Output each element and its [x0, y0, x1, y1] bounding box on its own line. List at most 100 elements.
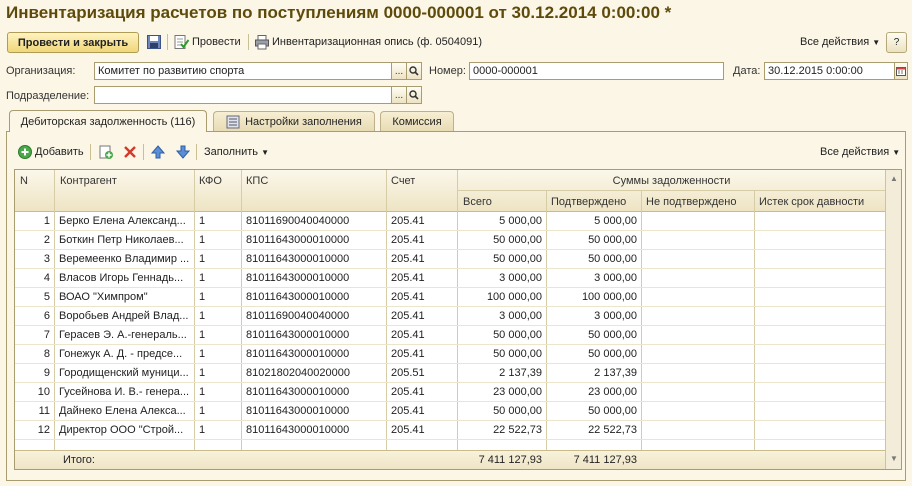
- cell-kfo: 1: [199, 272, 206, 284]
- org-field[interactable]: Комитет по развитию спорта: [94, 62, 392, 80]
- post-button[interactable]: Провести: [192, 36, 241, 48]
- cell-confirmed: 50 000,00: [588, 348, 637, 360]
- cell-confirmed: 3 000,00: [594, 310, 637, 322]
- cell-kfo: 1: [199, 215, 206, 227]
- cell-contractor: Воробьев Андрей Влад...: [59, 310, 189, 322]
- search-icon: [409, 66, 419, 76]
- col-n[interactable]: N: [20, 175, 28, 187]
- table-row[interactable]: 5 ВОАО "Химпром" 1 81011643000010000 205.41 1…: [15, 288, 885, 307]
- copy-add-icon[interactable]: [98, 144, 114, 160]
- cell-account: 205.41: [391, 291, 425, 303]
- add-button[interactable]: Добавить: [35, 146, 84, 158]
- cell-total: 22 522,73: [493, 424, 542, 436]
- cell-total: 50 000,00: [493, 234, 542, 246]
- col-account[interactable]: Счет: [391, 175, 415, 187]
- cell-kfo: 1: [199, 310, 206, 322]
- col-kps[interactable]: КПС: [246, 175, 268, 187]
- cell-total: 50 000,00: [493, 348, 542, 360]
- scroll-down-icon[interactable]: ▼: [888, 453, 900, 465]
- cell-kps: 81011643000010000: [246, 291, 350, 303]
- move-up-icon[interactable]: [150, 144, 166, 160]
- page-title: Инвентаризация расчетов по поступлениям …: [6, 3, 672, 22]
- table-row[interactable]: 1 Берко Елена Александ... 1 810116900400400…: [15, 212, 885, 231]
- org-search-button[interactable]: [406, 62, 422, 80]
- table-scrollbar[interactable]: ▲ ▼: [885, 170, 901, 469]
- table-row[interactable]: 9 Городищенский муници... 1 810218020400200…: [15, 364, 885, 383]
- cell-confirmed: 2 137,39: [594, 367, 637, 379]
- cell-account: 205.41: [391, 253, 425, 265]
- cell-total: 5 000,00: [499, 215, 542, 227]
- cell-contractor: Боткин Петр Николаев...: [59, 234, 184, 246]
- tab-fill-settings[interactable]: Настройки заполнения: [213, 111, 375, 131]
- col-expired[interactable]: Истек срок давности: [759, 196, 864, 208]
- table-row[interactable]: 3 Веремеенко Владимир ... 1 810116430000100…: [15, 250, 885, 269]
- table-row[interactable]: 12 Директор ООО "Строй... 1 810116430000100…: [15, 421, 885, 440]
- delete-icon[interactable]: [122, 144, 138, 160]
- cell-account: 205.41: [391, 424, 425, 436]
- add-icon[interactable]: [17, 144, 33, 160]
- post-and-close-button[interactable]: Провести и закрыть: [7, 32, 139, 53]
- cell-n: 4: [43, 272, 50, 284]
- cell-total: 50 000,00: [493, 405, 542, 417]
- cell-contractor: Берко Елена Александ...: [59, 215, 186, 227]
- table-row[interactable]: 2 Боткин Петр Николаев... 1 810116430000100…: [15, 231, 885, 250]
- dept-field[interactable]: [94, 86, 392, 104]
- cell-contractor: Веремеенко Владимир ...: [59, 253, 190, 265]
- dept-pick-button[interactable]: ...: [391, 86, 407, 104]
- cell-account: 205.41: [391, 386, 425, 398]
- calendar-icon: [896, 67, 906, 76]
- table-row[interactable]: 10 Гусейнова И. В.- генера... 1 81011643000…: [15, 383, 885, 402]
- cell-kps: 81011690040040000: [246, 215, 350, 227]
- table-all-actions-menu[interactable]: Все действия ▼: [820, 146, 900, 158]
- table-row[interactable]: 11 Дайнеко Елена Алекса... 1 81011643000010…: [15, 402, 885, 421]
- cell-n: 7: [43, 329, 50, 341]
- print-inventory-button[interactable]: Инвентаризационная опись (ф. 0504091): [272, 36, 482, 48]
- col-kfo[interactable]: КФО: [199, 175, 222, 187]
- org-pick-button[interactable]: ...: [391, 62, 407, 80]
- col-contractor[interactable]: Контрагент: [60, 175, 117, 187]
- all-actions-menu[interactable]: Все действия ▼: [800, 36, 880, 48]
- cell-contractor: Дайнеко Елена Алекса...: [59, 405, 186, 417]
- org-label: Организация:: [6, 65, 76, 77]
- table-row[interactable]: 6 Воробьев Андрей Влад... 1 810116900400400…: [15, 307, 885, 326]
- cell-contractor: Герасев Э. А.-генераль...: [59, 329, 187, 341]
- col-confirmed[interactable]: Подтверждено: [551, 196, 626, 208]
- table-row[interactable]: 7 Герасев Э. А.-генераль... 1 8101164300001…: [15, 326, 885, 345]
- tab-commission[interactable]: Комиссия: [380, 111, 454, 131]
- cell-n: 6: [43, 310, 50, 322]
- cell-kfo: 1: [199, 367, 206, 379]
- number-field[interactable]: 0000-000001: [469, 62, 724, 80]
- dept-search-button[interactable]: [406, 86, 422, 104]
- col-total[interactable]: Всего: [463, 196, 492, 208]
- cell-total: 23 000,00: [493, 386, 542, 398]
- printer-icon[interactable]: [254, 34, 270, 50]
- cell-confirmed: 100 000,00: [581, 291, 637, 303]
- cell-total: 3 000,00: [499, 272, 542, 284]
- cell-account: 205.41: [391, 234, 425, 246]
- date-field[interactable]: 30.12.2015 0:00:00: [764, 62, 895, 80]
- col-group-sums: Суммы задолженности: [612, 175, 731, 187]
- cell-confirmed: 5 000,00: [594, 215, 637, 227]
- calendar-button[interactable]: [894, 62, 908, 80]
- cell-account: 205.41: [391, 348, 425, 360]
- table-row[interactable]: 8 Гонежук А. Д. - предсе... 1 8101164300001…: [15, 345, 885, 364]
- cell-account: 205.41: [391, 329, 425, 341]
- cell-total: 50 000,00: [493, 253, 542, 265]
- scroll-up-icon[interactable]: ▲: [888, 173, 900, 185]
- cell-total: 2 137,39: [499, 367, 542, 379]
- move-down-icon[interactable]: [175, 144, 191, 160]
- table-row[interactable]: 4 Власов Игорь Геннадь... 1 810116430000100…: [15, 269, 885, 288]
- cell-contractor: Гусейнова И. В.- генера...: [59, 386, 190, 398]
- fill-menu[interactable]: Заполнить ▼: [204, 146, 269, 158]
- search-icon: [409, 90, 419, 100]
- footer-total: 7 411 127,93: [478, 454, 542, 466]
- tab-receivables[interactable]: Дебиторская задолженность (116): [9, 110, 207, 132]
- col-not-confirmed[interactable]: Не подтверждено: [646, 196, 736, 208]
- help-button[interactable]: ?: [886, 32, 907, 53]
- cell-contractor: ВОАО "Химпром": [59, 291, 148, 303]
- cell-confirmed: 3 000,00: [594, 272, 637, 284]
- receivables-table: N Контрагент КФО КПС Счет Суммы задолжен…: [14, 169, 902, 470]
- cell-contractor: Власов Игорь Геннадь...: [59, 272, 184, 284]
- post-icon[interactable]: [173, 34, 189, 50]
- save-icon[interactable]: [146, 34, 162, 50]
